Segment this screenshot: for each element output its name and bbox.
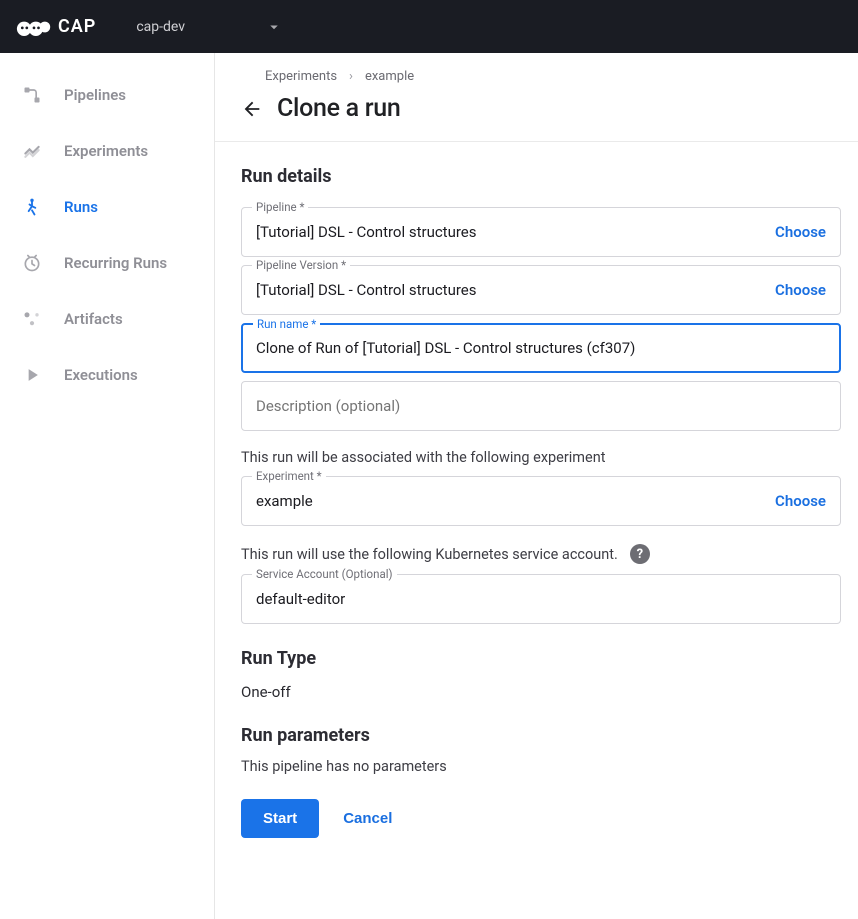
pipeline-value: [Tutorial] DSL - Control structures: [256, 223, 775, 241]
pipeline-field[interactable]: Pipeline * [Tutorial] DSL - Control stru…: [241, 207, 841, 257]
pipeline-version-field[interactable]: Pipeline Version * [Tutorial] DSL - Cont…: [241, 265, 841, 315]
topbar: CAP cap-dev: [0, 0, 858, 53]
breadcrumb-leaf[interactable]: example: [365, 69, 414, 84]
sidebar-item-artifacts[interactable]: Artifacts: [0, 291, 214, 347]
service-account-field[interactable]: Service Account (Optional): [241, 574, 841, 624]
sidebar-item-label: Experiments: [64, 142, 148, 160]
run-parameters-empty: This pipeline has no parameters: [241, 758, 832, 775]
sidebar-item-label: Pipelines: [64, 86, 126, 104]
app-logo: CAP: [16, 16, 96, 38]
main-content: Experiments › example Clone a run Run de…: [215, 53, 858, 919]
description-field[interactable]: [241, 381, 841, 431]
back-arrow-icon[interactable]: [241, 98, 263, 120]
chevron-down-icon: [265, 18, 283, 36]
sidebar-item-pipelines[interactable]: Pipelines: [0, 67, 214, 123]
service-account-input[interactable]: [256, 590, 826, 608]
sidebar-item-executions[interactable]: Executions: [0, 347, 214, 403]
run-name-field[interactable]: Run name *: [241, 323, 841, 373]
runs-icon: [22, 197, 42, 217]
experiment-field[interactable]: Experiment * example Choose: [241, 476, 841, 526]
page-header: Experiments › example Clone a run: [215, 53, 858, 142]
logo-icon: [16, 16, 52, 38]
sidebar-item-label: Artifacts: [64, 310, 123, 328]
sidebar-item-label: Recurring Runs: [64, 254, 167, 272]
pipeline-version-choose-button[interactable]: Choose: [775, 281, 826, 299]
section-run-type: Run Type: [241, 648, 832, 669]
sidebar-item-label: Executions: [64, 366, 138, 384]
page-title: Clone a run: [277, 94, 400, 123]
pipeline-version-value: [Tutorial] DSL - Control structures: [256, 281, 775, 299]
section-run-parameters: Run parameters: [241, 725, 832, 746]
sidebar-item-experiments[interactable]: Experiments: [0, 123, 214, 179]
clock-icon: [22, 253, 42, 273]
description-input[interactable]: [256, 397, 826, 415]
experiments-icon: [22, 141, 42, 161]
pipeline-version-label: Pipeline Version *: [252, 258, 350, 272]
chevron-right-icon: ›: [349, 69, 353, 84]
experiment-choose-button[interactable]: Choose: [775, 492, 826, 510]
pipelines-icon: [22, 85, 42, 105]
experiment-value: example: [256, 492, 775, 510]
app-name: CAP: [58, 16, 96, 37]
play-icon: [22, 365, 42, 385]
cancel-button[interactable]: Cancel: [343, 810, 392, 827]
namespace-value: cap-dev: [136, 19, 185, 35]
run-name-input[interactable]: [256, 339, 826, 357]
service-account-help-text: This run will use the following Kubernet…: [241, 546, 618, 563]
help-icon[interactable]: ?: [630, 544, 650, 564]
run-type-value: One-off: [241, 683, 832, 701]
sidebar-item-label: Runs: [64, 198, 98, 216]
pipeline-choose-button[interactable]: Choose: [775, 223, 826, 241]
pipeline-label: Pipeline *: [252, 200, 308, 214]
service-account-label: Service Account (Optional): [252, 567, 397, 581]
start-button[interactable]: Start: [241, 799, 319, 838]
sidebar-item-recurring-runs[interactable]: Recurring Runs: [0, 235, 214, 291]
experiment-label: Experiment *: [252, 469, 326, 483]
breadcrumb: Experiments › example: [241, 69, 832, 84]
namespace-selector[interactable]: cap-dev: [136, 18, 283, 36]
breadcrumb-root[interactable]: Experiments: [265, 69, 337, 84]
sidebar: Pipelines Experiments Runs Recurring Run…: [0, 53, 215, 919]
experiment-help-text: This run will be associated with the fol…: [241, 449, 832, 466]
run-name-label: Run name *: [253, 317, 320, 331]
section-run-details: Run details: [241, 166, 832, 187]
sidebar-item-runs[interactable]: Runs: [0, 179, 214, 235]
artifacts-icon: [22, 309, 42, 329]
